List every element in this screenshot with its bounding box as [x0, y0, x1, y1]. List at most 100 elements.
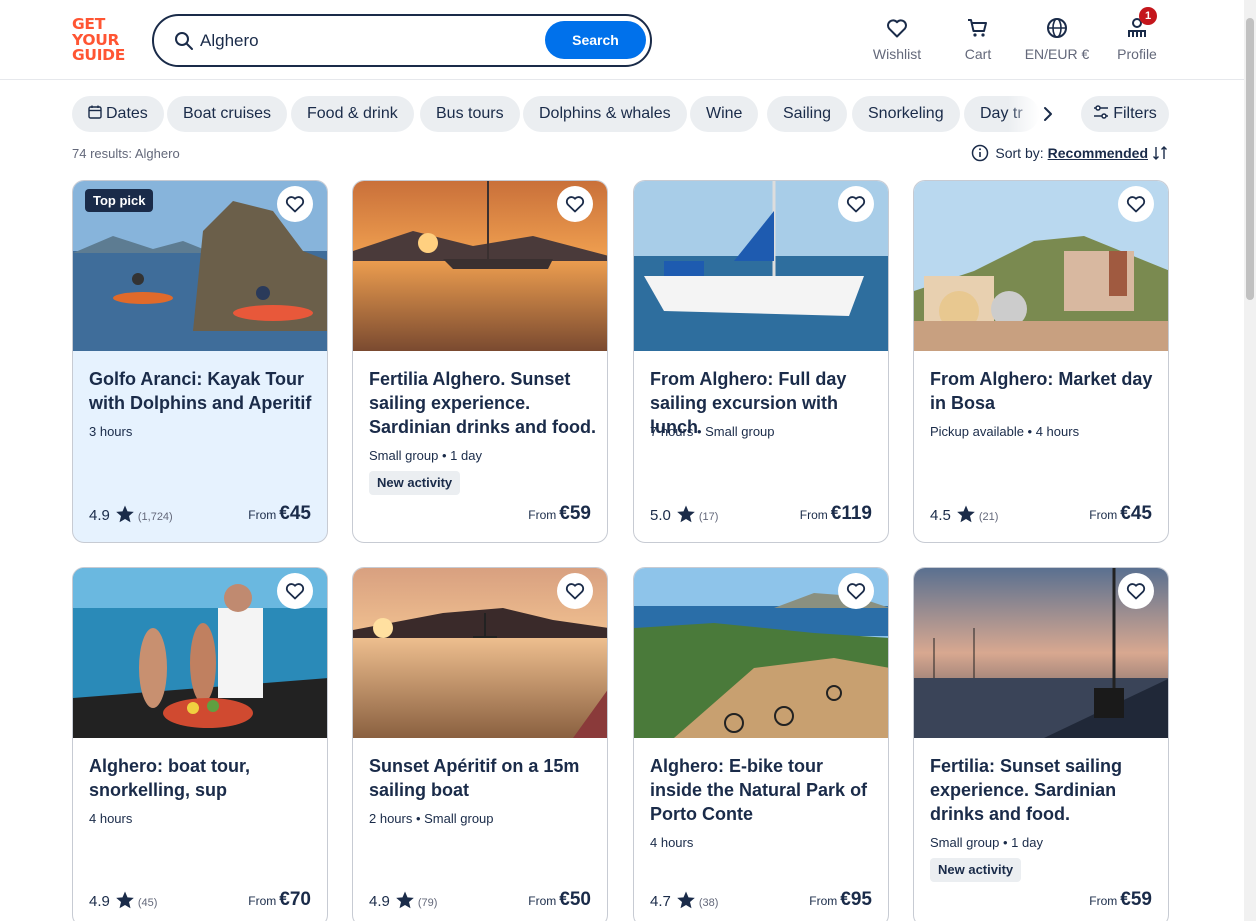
getyourguide-logo[interactable]: GET YOUR GUIDE — [72, 16, 132, 65]
activity-card[interactable]: Alghero: boat tour, snorkelling, sup 4 h… — [72, 567, 328, 921]
star-icon — [116, 891, 134, 909]
star-icon — [677, 891, 695, 909]
price-value: €59 — [1120, 889, 1152, 910]
price-prefix: From — [799, 508, 828, 522]
profile-button[interactable]: 1 Profile — [1114, 7, 1160, 66]
heart-icon — [887, 19, 907, 38]
price-value: €95 — [840, 889, 872, 910]
activity-card[interactable]: From Alghero: Full day sailing excursion… — [633, 180, 889, 543]
chip-boat-cruises[interactable]: Boat cruises — [167, 96, 288, 132]
cart-button[interactable]: Cart — [958, 16, 998, 66]
activity-title[interactable]: Sunset Apéritif on a 15m sailing boat — [369, 754, 597, 802]
activity-title[interactable]: Alghero: boat tour, snorkelling, sup — [89, 754, 317, 802]
star-icon — [957, 505, 975, 523]
wishlist-heart-button[interactable] — [838, 573, 874, 609]
price-prefix: From — [1089, 508, 1118, 522]
review-count: (38) — [698, 897, 719, 909]
activity-title[interactable]: Alghero: E-bike tour inside the Natural … — [650, 754, 878, 826]
wishlist-heart-button[interactable] — [557, 186, 593, 222]
rating: 4.7 (38) — [650, 890, 718, 910]
search-input[interactable] — [200, 28, 530, 54]
rating-value: 4.9 — [89, 507, 110, 524]
scrollbar-thumb[interactable] — [1246, 18, 1254, 300]
chip-food-drink[interactable]: Food & drink — [291, 96, 414, 132]
heart-icon — [285, 196, 305, 213]
notification-badge: 1 — [1139, 7, 1157, 25]
activity-meta: 4 hours — [650, 835, 694, 850]
activity-meta: 3 hours — [89, 424, 133, 439]
activity-card[interactable]: From Alghero: Market day in Bosa Pickup … — [913, 180, 1169, 543]
calendar-icon — [88, 105, 102, 119]
wishlist-heart-button[interactable] — [1118, 573, 1154, 609]
sort-icon[interactable] — [1152, 145, 1168, 161]
star-icon — [396, 891, 414, 909]
activity-card[interactable]: Sunset Apéritif on a 15m sailing boat 2 … — [352, 567, 608, 921]
wishlist-button[interactable]: Wishlist — [872, 16, 922, 66]
wishlist-heart-button[interactable] — [277, 186, 313, 222]
activity-meta: Pickup available • 4 hours — [930, 424, 1080, 439]
heart-icon — [285, 583, 305, 600]
review-count: (17) — [698, 511, 719, 523]
activity-meta: 2 hours • Small group — [369, 811, 494, 826]
heart-icon — [846, 196, 866, 213]
wishlist-heart-button[interactable] — [277, 573, 313, 609]
filters-label: Filters — [1113, 105, 1157, 122]
wishlist-heart-button[interactable] — [1118, 186, 1154, 222]
activity-title[interactable]: From Alghero: Market day in Bosa — [930, 367, 1158, 415]
chip-bus-tours[interactable]: Bus tours — [420, 96, 520, 132]
new-activity-badge: New activity — [369, 471, 461, 495]
activity-title[interactable]: Golfo Aranci: Kayak Tour with Dolphins a… — [89, 367, 317, 415]
star-icon — [116, 505, 134, 523]
sort-value[interactable]: Recommended — [1048, 145, 1148, 161]
price: From €59 — [528, 503, 591, 525]
review-count: (45) — [137, 897, 158, 909]
review-count: (1,724) — [137, 511, 173, 523]
activity-title[interactable]: Fertilia: Sunset sailing experience. Sar… — [930, 754, 1158, 826]
language-currency-label: EN/EUR € — [1024, 46, 1090, 62]
activity-card[interactable]: Fertilia: Sunset sailing experience. Sar… — [913, 567, 1169, 921]
rating: 4.5 (21) — [930, 504, 998, 524]
chip-label: Dates — [106, 105, 148, 122]
price-value: €50 — [559, 889, 591, 910]
price-value: €59 — [559, 503, 591, 524]
price-value: €119 — [830, 503, 872, 524]
chip-dolphins-whales[interactable]: Dolphins & whales — [523, 96, 687, 132]
language-currency-button[interactable]: EN/EUR € — [1022, 16, 1092, 66]
price-prefix: From — [248, 894, 277, 908]
chip-wine[interactable]: Wine — [690, 96, 759, 132]
price: From €59 — [1089, 889, 1152, 911]
wishlist-heart-button[interactable] — [557, 573, 593, 609]
chip-dates[interactable]: Dates — [72, 96, 164, 132]
sort-control[interactable]: Sort by: Recommended — [971, 144, 1168, 162]
chip-snorkeling[interactable]: Snorkeling — [852, 96, 960, 132]
chevron-right-icon[interactable] — [1036, 102, 1060, 126]
chip-sailing[interactable]: Sailing — [767, 96, 848, 132]
activity-card[interactable]: Alghero: E-bike tour inside the Natural … — [633, 567, 889, 921]
info-icon[interactable] — [971, 144, 989, 162]
cart-label: Cart — [964, 46, 992, 62]
price: From €45 — [248, 503, 311, 525]
activity-meta: Small group • 1 day — [369, 448, 482, 463]
globe-icon — [1047, 18, 1067, 38]
activity-title[interactable]: Fertilia Alghero. Sunset sailing experie… — [369, 367, 597, 439]
filters-button[interactable]: Filters — [1081, 96, 1169, 132]
activity-card[interactable]: Top pick Golfo Aranci: Kayak Tour with D… — [72, 180, 328, 543]
wishlist-heart-button[interactable] — [838, 186, 874, 222]
heart-icon — [1126, 196, 1146, 213]
page-scrollbar[interactable] — [1244, 0, 1256, 921]
header: GET YOUR GUIDE Search Wishlist Cart EN/E… — [0, 0, 1244, 80]
search-button[interactable]: Search — [545, 21, 646, 59]
activity-card[interactable]: Fertilia Alghero. Sunset sailing experie… — [352, 180, 608, 543]
rating-value: 4.5 — [930, 507, 951, 524]
rating-value: 4.7 — [650, 893, 671, 910]
star-icon — [677, 505, 695, 523]
rating-value: 5.0 — [650, 507, 671, 524]
top-pick-badge: Top pick — [85, 189, 154, 212]
activity-meta: 7 hours • Small group — [650, 424, 775, 439]
results-count: 74 results: Alghero — [72, 146, 180, 161]
price-prefix: From — [809, 894, 838, 908]
price-value: €70 — [279, 889, 311, 910]
sort-label: Sort by: — [995, 145, 1044, 161]
price-prefix: From — [248, 508, 277, 522]
price-prefix: From — [1089, 894, 1118, 908]
